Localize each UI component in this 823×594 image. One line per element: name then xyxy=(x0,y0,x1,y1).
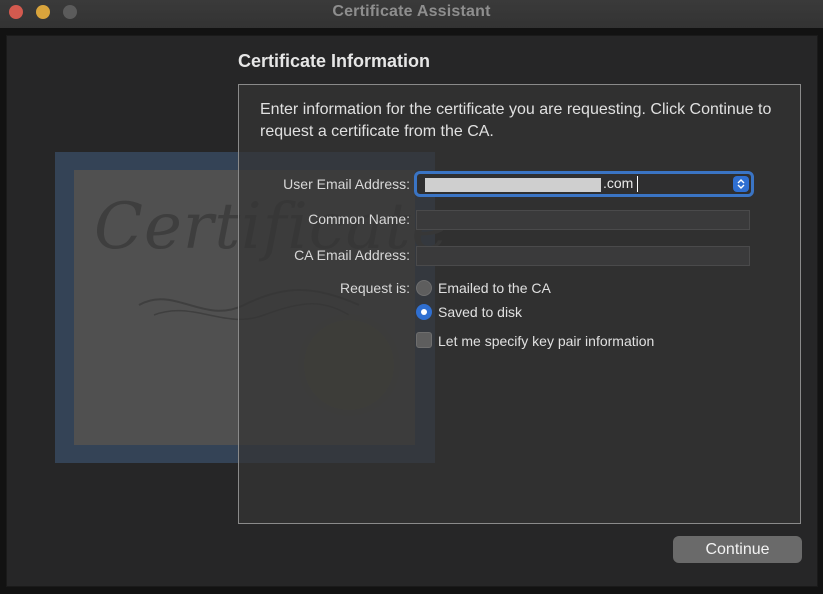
section-title: Certificate Information xyxy=(238,51,431,71)
content-area: Certificate Certificate Information Ente… xyxy=(6,35,818,587)
ca-email-label: CA Email Address: xyxy=(294,247,410,263)
keypair-checkbox[interactable] xyxy=(416,332,432,348)
option-saved-label: Saved to disk xyxy=(438,304,523,320)
form-panel: Enter information for the certificate yo… xyxy=(238,84,801,524)
redacted-email-block xyxy=(425,178,601,192)
window-title: Certificate Assistant xyxy=(332,3,491,20)
radio-emailed-to-ca[interactable] xyxy=(416,280,432,296)
continue-button[interactable]: Continue xyxy=(673,536,802,563)
request-label: Request is: xyxy=(339,280,410,296)
common-name-field[interactable] xyxy=(416,210,750,230)
text-caret xyxy=(637,176,638,192)
intro-text: Enter information for the certificate yo… xyxy=(260,101,772,140)
ca-email-field[interactable] xyxy=(416,246,750,266)
keypair-label: Let me specify key pair information xyxy=(438,333,655,349)
option-emailed-label: Emailed to the CA xyxy=(438,280,551,296)
user-email-field[interactable]: .com xyxy=(414,171,754,197)
certificate-assistant-window: Certificate Assistant Certificate Certif… xyxy=(0,0,823,594)
radio-selected-dot xyxy=(421,309,427,315)
chevron-up-down-icon[interactable] xyxy=(733,176,749,192)
user-email-label: User Email Address: xyxy=(283,176,410,192)
radio-saved-to-disk[interactable] xyxy=(416,304,432,320)
common-name-label: Common Name: xyxy=(308,211,410,227)
title-bar: Certificate Assistant xyxy=(0,0,823,28)
user-email-suffix: .com xyxy=(603,175,634,191)
